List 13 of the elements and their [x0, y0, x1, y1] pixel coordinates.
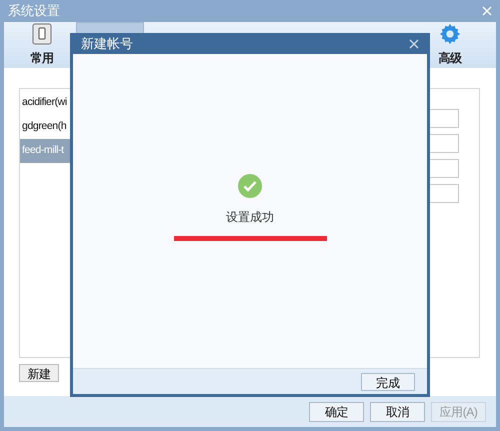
footer-button[interactable]: 确定	[309, 402, 364, 422]
settings-icon	[439, 23, 461, 45]
new-button[interactable]: 新建	[19, 364, 59, 382]
dialog-title: 新建帐号	[81, 34, 133, 53]
finish-button[interactable]: 完成	[361, 372, 415, 390]
footer-button[interactable]: 取消	[370, 402, 425, 422]
window-title: 系统设置	[8, 2, 60, 20]
toolbar-tab[interactable]: 高级	[416, 22, 484, 68]
success-check-icon	[238, 174, 262, 198]
toolbar-tab[interactable]: 常用	[8, 22, 76, 68]
switch-icon	[32, 23, 52, 45]
close-icon[interactable]	[409, 38, 419, 48]
success-message: 设置成功	[226, 209, 274, 226]
